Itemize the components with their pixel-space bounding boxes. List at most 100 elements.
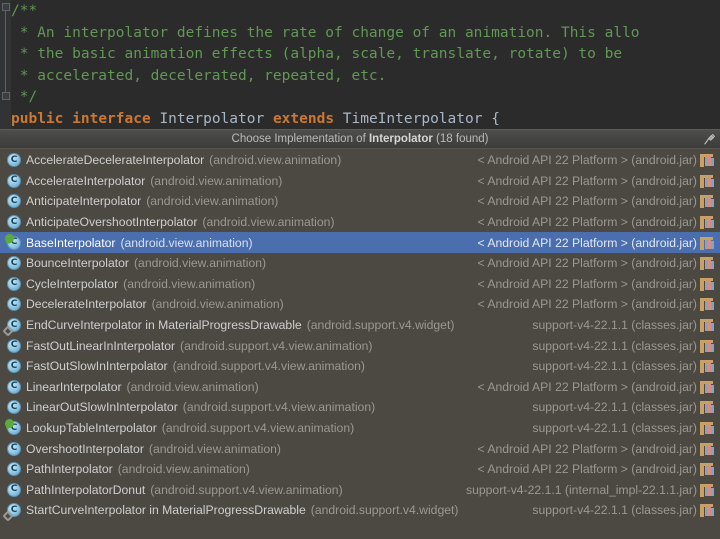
list-item[interactable]: C PathInterpolatorDonut (android.support.v…	[0, 480, 720, 501]
list-item-package: (android.support.v4.view.animation)	[162, 421, 354, 435]
class-icon: C	[7, 194, 21, 208]
library-icon	[700, 421, 715, 435]
choose-implementation-popup: Choose Implementation of Interpolator (1…	[0, 129, 720, 539]
list-item-package: (android.view.animation)	[152, 297, 284, 311]
list-item-library: support-v4-22.1.1 (classes.jar)	[532, 421, 697, 435]
popup-title-target: Interpolator	[369, 133, 433, 145]
library-icon	[700, 194, 715, 208]
list-item-name: DecelerateInterpolator	[26, 297, 147, 311]
list-item[interactable]: CBaseInterpolator(android.view.animation…	[0, 232, 720, 253]
popup-title-prefix: Choose Implementation of	[232, 133, 369, 145]
code-token: public	[11, 111, 63, 127]
class-icon: C	[7, 174, 21, 188]
list-item-name: AccelerateInterpolator	[26, 174, 145, 188]
code-line-6: public interface Interpolator extends Ti…	[11, 109, 720, 130]
list-item[interactable]: CAnticipateOvershootInterpolator(android…	[0, 212, 720, 233]
list-item-library: < Android API 22 Platform > (android.jar…	[478, 174, 698, 188]
private-class-icon: C	[7, 318, 21, 332]
list-item[interactable]: CBounceInterpolator(android.view.animati…	[0, 253, 720, 274]
list-item[interactable]: CPathInterpolator(android.view.animation…	[0, 459, 720, 480]
list-item[interactable]: C CycleInterpolator (android.view.animatio…	[0, 274, 720, 295]
list-item[interactable]: CStartCurveInterpolator in MaterialProgr…	[0, 500, 720, 521]
list-item[interactable]: C DecelerateInterpolator (android.view.ani…	[0, 294, 720, 315]
abstract-class-icon: C	[7, 421, 21, 435]
library-icon	[700, 318, 715, 332]
code-fold-toggle-icon[interactable]	[2, 3, 10, 11]
library-icon	[700, 380, 715, 394]
list-item-package: (android.view.animation)	[118, 462, 250, 476]
code-token	[334, 111, 343, 127]
list-item-library: support-v4-22.1.1 (classes.jar)	[532, 318, 697, 332]
list-item-name: OvershootInterpolator	[26, 442, 144, 456]
class-icon: C	[7, 153, 21, 167]
list-item-package: (android.view.animation)	[123, 277, 255, 291]
code-fold-end-icon[interactable]	[2, 92, 10, 100]
list-item[interactable]: CAccelerateDecelerateInterpolator(androi…	[0, 150, 720, 171]
list-item-name: PathInterpolatorDonut	[26, 483, 145, 497]
code-token: Interpolator	[159, 111, 264, 127]
code-line-5: */	[11, 87, 720, 109]
code-line-3: * the basic animation effects (alpha, sc…	[11, 44, 720, 66]
list-item-name: StartCurveInterpolator in MaterialProgre…	[26, 503, 306, 517]
list-item-name: EndCurveInterpolator in MaterialProgress…	[26, 318, 302, 332]
library-icon	[700, 400, 715, 414]
source-code-text[interactable]: /** * An interpolator defines the rate o…	[11, 0, 720, 129]
list-item[interactable]: CFastOutSlowInInterpolator(android.suppo…	[0, 356, 720, 377]
code-editor[interactable]: /** * An interpolator defines the rate o…	[0, 0, 720, 129]
list-item-package: (android.support.v4.view.animation)	[150, 483, 342, 497]
list-item-name: AnticipateInterpolator	[26, 194, 141, 208]
list-item[interactable]: C LookupTableInterpolator (android.support…	[0, 418, 720, 439]
library-icon	[700, 442, 715, 456]
list-item-library: < Android API 22 Platform > (android.jar…	[478, 297, 698, 311]
library-icon	[700, 174, 715, 188]
list-item[interactable]: CFastOutLinearInInterpolator(android.sup…	[0, 335, 720, 356]
class-icon: C	[7, 297, 21, 311]
list-item-library: < Android API 22 Platform > (android.jar…	[478, 153, 698, 167]
list-item[interactable]: CLinearInterpolator(android.view.animati…	[0, 377, 720, 398]
popup-title-bar: Choose Implementation of Interpolator (1…	[0, 130, 720, 149]
pin-icon[interactable]	[700, 131, 718, 147]
code-token: TimeInterpolator	[343, 111, 483, 127]
list-item-name: CycleInterpolator	[26, 277, 118, 291]
list-item-package: (android.view.animation)	[150, 174, 282, 188]
list-item[interactable]: C OvershootInterpolator (android.view.anim…	[0, 438, 720, 459]
list-item[interactable]: C EndCurveInterpolator in MaterialProgres…	[0, 315, 720, 336]
class-icon: C	[7, 339, 21, 353]
code-line-4: * accelerated, decelerated, repeated, et…	[11, 66, 720, 88]
code-line-1: /**	[11, 1, 720, 23]
class-icon: C	[7, 442, 21, 456]
library-icon	[700, 339, 715, 353]
popup-title-suffix: (18 found)	[433, 133, 489, 145]
implementation-list[interactable]: CAccelerateDecelerateInterpolator(androi…	[0, 150, 720, 539]
list-item-name: FastOutSlowInInterpolator	[26, 359, 168, 373]
list-item-package: (android.view.animation)	[209, 153, 341, 167]
list-item-library: < Android API 22 Platform > (android.jar…	[478, 215, 698, 229]
code-token: interface	[72, 111, 151, 127]
list-item-library: support-v4-22.1.1 (classes.jar)	[532, 339, 697, 353]
list-item-library: < Android API 22 Platform > (android.jar…	[478, 277, 698, 291]
library-icon	[700, 153, 715, 167]
library-icon	[700, 277, 715, 291]
class-icon: C	[7, 277, 21, 291]
list-item-library: < Android API 22 Platform > (android.jar…	[478, 380, 698, 394]
code-token: * accelerated, decelerated, repeated, et…	[11, 68, 386, 84]
editor-gutter[interactable]	[0, 0, 11, 129]
list-item-library: support-v4-22.1.1 (classes.jar)	[532, 400, 697, 414]
list-item-name: BounceInterpolator	[26, 256, 129, 270]
list-item[interactable]: CAnticipateInterpolator(android.view.ani…	[0, 191, 720, 212]
class-icon: C	[7, 483, 21, 497]
list-item-library: support-v4-22.1.1 (internal_impl-22.1.1.…	[466, 483, 697, 497]
code-token	[63, 111, 72, 127]
code-token: extends	[273, 111, 334, 127]
class-icon: C	[7, 400, 21, 414]
list-item-package: (android.view.animation)	[149, 442, 281, 456]
list-item-package: (android.support.v4.view.animation)	[180, 339, 372, 353]
list-item-package: (android.view.animation)	[120, 236, 252, 250]
list-item[interactable]: CLinearOutSlowInInterpolator(android.sup…	[0, 397, 720, 418]
list-item-name: LookupTableInterpolator	[26, 421, 157, 435]
list-item-package: (android.support.v4.widget)	[311, 503, 459, 517]
list-item-package: (android.support.v4.widget)	[307, 318, 455, 332]
code-token: * An interpolator defines the rate of ch…	[11, 25, 640, 41]
list-item-package: (android.view.animation)	[202, 215, 334, 229]
list-item[interactable]: C AccelerateInterpolator (android.view.ani…	[0, 171, 720, 192]
